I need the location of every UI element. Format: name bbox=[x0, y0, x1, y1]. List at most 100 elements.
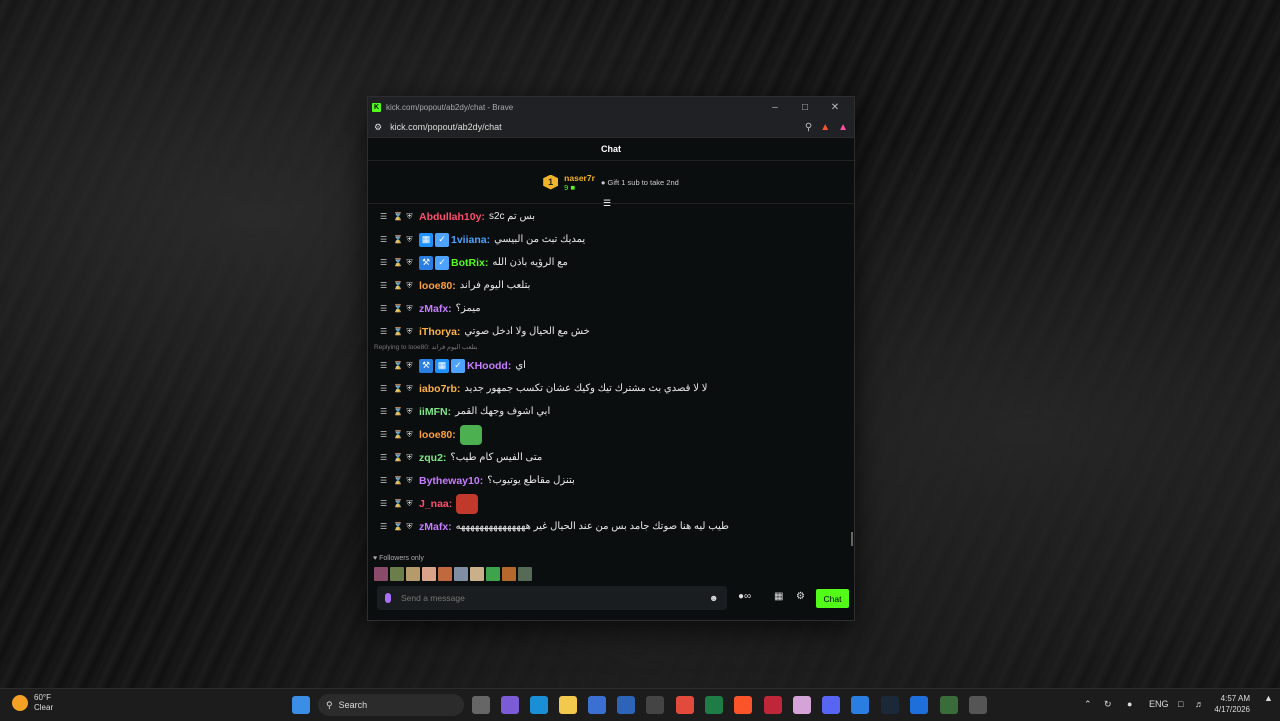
terminal-icon[interactable] bbox=[705, 696, 723, 714]
pin-icon[interactable]: ☰ bbox=[380, 407, 387, 416]
gift-cta[interactable]: ● Gift 1 sub to take 2nd bbox=[601, 178, 679, 187]
quick-emote[interactable] bbox=[454, 567, 468, 581]
chat-username[interactable]: BotRix: bbox=[451, 257, 488, 269]
steam-icon[interactable] bbox=[881, 696, 899, 714]
mail-icon[interactable] bbox=[617, 696, 635, 714]
chat-message[interactable]: ☰ ⌛ ⛨ zMafx: ميمز؟ bbox=[380, 297, 854, 320]
app-icon[interactable] bbox=[646, 696, 664, 714]
chat-username[interactable]: 1viiana: bbox=[451, 234, 490, 246]
app-green-icon[interactable] bbox=[940, 696, 958, 714]
zoom-icon[interactable]: ⚲ bbox=[805, 122, 812, 133]
settings-icon[interactable]: ⚙ bbox=[796, 591, 805, 602]
app-b-icon[interactable] bbox=[910, 696, 928, 714]
pin-icon[interactable]: ☰ bbox=[380, 430, 387, 439]
chat-message[interactable]: ☰ ⌛ ⛨ ⚒ ✓ BotRix: مع الرؤيه باذن الله bbox=[380, 251, 854, 274]
timer-icon[interactable]: ⌛ bbox=[393, 522, 403, 531]
chat-username[interactable]: iabo7rb: bbox=[419, 383, 460, 395]
timer-icon[interactable]: ⌛ bbox=[393, 384, 403, 393]
weather-widget[interactable]: 60°F Clear bbox=[12, 693, 53, 713]
chat-message[interactable]: ☰ ⌛ ⛨ iabo7rb: لا لا قصدي بث مشترك تيك وكيك … bbox=[380, 377, 854, 400]
timer-icon[interactable]: ⌛ bbox=[393, 453, 403, 462]
notification-icon[interactable]: ▲ bbox=[1264, 693, 1273, 703]
pin-icon[interactable]: ☰ bbox=[380, 522, 387, 531]
chat-message[interactable]: ☰ ⌛ ⛨ ⚒ ▦ ✓ KHoodd: اي bbox=[380, 354, 854, 377]
close-button[interactable]: ✕ bbox=[820, 102, 850, 113]
timer-icon[interactable]: ⌛ bbox=[393, 430, 403, 439]
discord-icon[interactable] bbox=[822, 696, 840, 714]
quick-emote[interactable] bbox=[438, 567, 452, 581]
brave-icon[interactable] bbox=[734, 696, 752, 714]
app-gear-icon[interactable] bbox=[969, 696, 987, 714]
network-icon[interactable]: □ bbox=[1178, 699, 1183, 709]
chat-message[interactable]: ☰ ⌛ ⛨ zMafx: طيب ليه هنا صوتك جامد بس من عند… bbox=[380, 515, 854, 538]
timer-icon[interactable]: ⌛ bbox=[393, 304, 403, 313]
pin-icon[interactable]: ☰ bbox=[380, 212, 387, 221]
timer-icon[interactable]: ⌛ bbox=[393, 476, 403, 485]
gift-leaderboard[interactable]: 1 naser7r 9 ■ ● Gift 1 sub to take 2nd ☰ bbox=[368, 161, 854, 208]
volume-icon[interactable]: ♬ bbox=[1195, 699, 1204, 709]
chat-message[interactable]: ☰ ⌛ ⛨ zqu2: متى الفيس كام طيب؟ bbox=[380, 446, 854, 469]
taskbar-search[interactable]: ⚲ Search bbox=[318, 694, 464, 716]
timer-icon[interactable]: ⌛ bbox=[393, 327, 403, 336]
tray-mic-icon[interactable]: ● bbox=[1127, 699, 1132, 709]
task-view-icon[interactable] bbox=[472, 696, 490, 714]
chat-message[interactable]: ☰ ⌛ ⛨ J_naa: bbox=[380, 492, 854, 515]
file-explorer-icon[interactable] bbox=[559, 696, 577, 714]
pin-icon[interactable]: ☰ bbox=[380, 453, 387, 462]
chat-message[interactable]: ☰ ⌛ ⛨ ▦ ✓ 1viiana: يمديك تبث من البيسي bbox=[380, 228, 854, 251]
chat-username[interactable]: Abdullah10y: bbox=[419, 211, 485, 223]
timer-icon[interactable]: ⌛ bbox=[393, 212, 403, 221]
chrome-icon[interactable] bbox=[676, 696, 694, 714]
brave-rewards-icon[interactable]: ▲ bbox=[838, 122, 848, 133]
app-blue-icon[interactable] bbox=[851, 696, 869, 714]
pin-icon[interactable]: ☰ bbox=[380, 361, 387, 370]
chat-message[interactable]: ☰ ⌛ ⛨ iiMFN: ابي اشوف وجهك القمر bbox=[380, 400, 854, 423]
chat-message[interactable]: ☰ ⌛ ⛨ looe80: بتلعب اليوم فراند bbox=[380, 274, 854, 297]
chat-username[interactable]: zMafx: bbox=[419, 303, 452, 315]
pin-icon[interactable]: ☰ bbox=[380, 499, 387, 508]
quick-emote[interactable] bbox=[518, 567, 532, 581]
chat-message[interactable]: ☰ ⌛ ⛨ looe80: bbox=[380, 423, 854, 446]
pin-icon[interactable]: ☰ bbox=[380, 304, 387, 313]
pin-icon[interactable]: ☰ bbox=[380, 327, 387, 336]
pin-icon[interactable]: ☰ bbox=[380, 476, 387, 485]
site-settings-icon[interactable]: ⚙ bbox=[374, 122, 382, 133]
quick-emote[interactable] bbox=[486, 567, 500, 581]
store-app-icon[interactable] bbox=[588, 696, 606, 714]
scrollbar-thumb[interactable] bbox=[851, 532, 853, 546]
language-indicator[interactable]: ENG bbox=[1149, 699, 1169, 709]
chat-username[interactable]: Bytheway10: bbox=[419, 475, 483, 487]
brave-shields-icon[interactable]: ▲ bbox=[820, 122, 830, 133]
edge-icon[interactable] bbox=[530, 696, 548, 714]
quick-emote[interactable] bbox=[470, 567, 484, 581]
timer-icon[interactable]: ⌛ bbox=[393, 281, 403, 290]
chat-username[interactable]: J_naa: bbox=[419, 498, 452, 510]
minimize-button[interactable]: – bbox=[760, 102, 790, 113]
clock[interactable]: 4:57 AM 4/17/2026 bbox=[1214, 693, 1250, 715]
url-field[interactable]: kick.com/popout/ab2dy/chat bbox=[390, 122, 797, 132]
quick-emote[interactable] bbox=[390, 567, 404, 581]
quick-emote[interactable] bbox=[502, 567, 516, 581]
quick-emote[interactable] bbox=[422, 567, 436, 581]
app-red-icon[interactable] bbox=[764, 696, 782, 714]
copilot-icon[interactable] bbox=[501, 696, 519, 714]
chat-username[interactable]: looe80: bbox=[419, 280, 456, 292]
timer-icon[interactable]: ⌛ bbox=[393, 235, 403, 244]
tray-sync-icon[interactable]: ↻ bbox=[1104, 699, 1112, 710]
pin-icon[interactable]: ☰ bbox=[380, 235, 387, 244]
quick-emote[interactable] bbox=[374, 567, 388, 581]
chat-message[interactable]: ☰ ⌛ ⛨ iThorya: خش مع الحيال ولا ادخل صوتي bbox=[380, 320, 854, 343]
chat-username[interactable]: KHoodd: bbox=[467, 360, 511, 372]
app-pink-icon[interactable] bbox=[793, 696, 811, 714]
pin-icon[interactable]: ☰ bbox=[380, 281, 387, 290]
pin-icon[interactable]: ☰ bbox=[380, 384, 387, 393]
chat-username[interactable]: zMafx: bbox=[419, 521, 452, 533]
chat-message[interactable]: ☰ ⌛ ⛨ Bytheway10: بتنزل مقاطع يوتيوب؟ bbox=[380, 469, 854, 492]
chat-username[interactable]: looe80: bbox=[419, 429, 456, 441]
store-icon[interactable]: ▦ bbox=[774, 591, 783, 602]
tray-chevron-icon[interactable]: ⌃ bbox=[1084, 699, 1092, 710]
pin-icon[interactable]: ☰ bbox=[380, 258, 387, 267]
chat-message[interactable]: ☰ ⌛ ⛨ Abdullah10y: s2c بس تم bbox=[380, 205, 854, 228]
send-chat-button[interactable]: Chat bbox=[816, 589, 849, 608]
timer-icon[interactable]: ⌛ bbox=[393, 258, 403, 267]
